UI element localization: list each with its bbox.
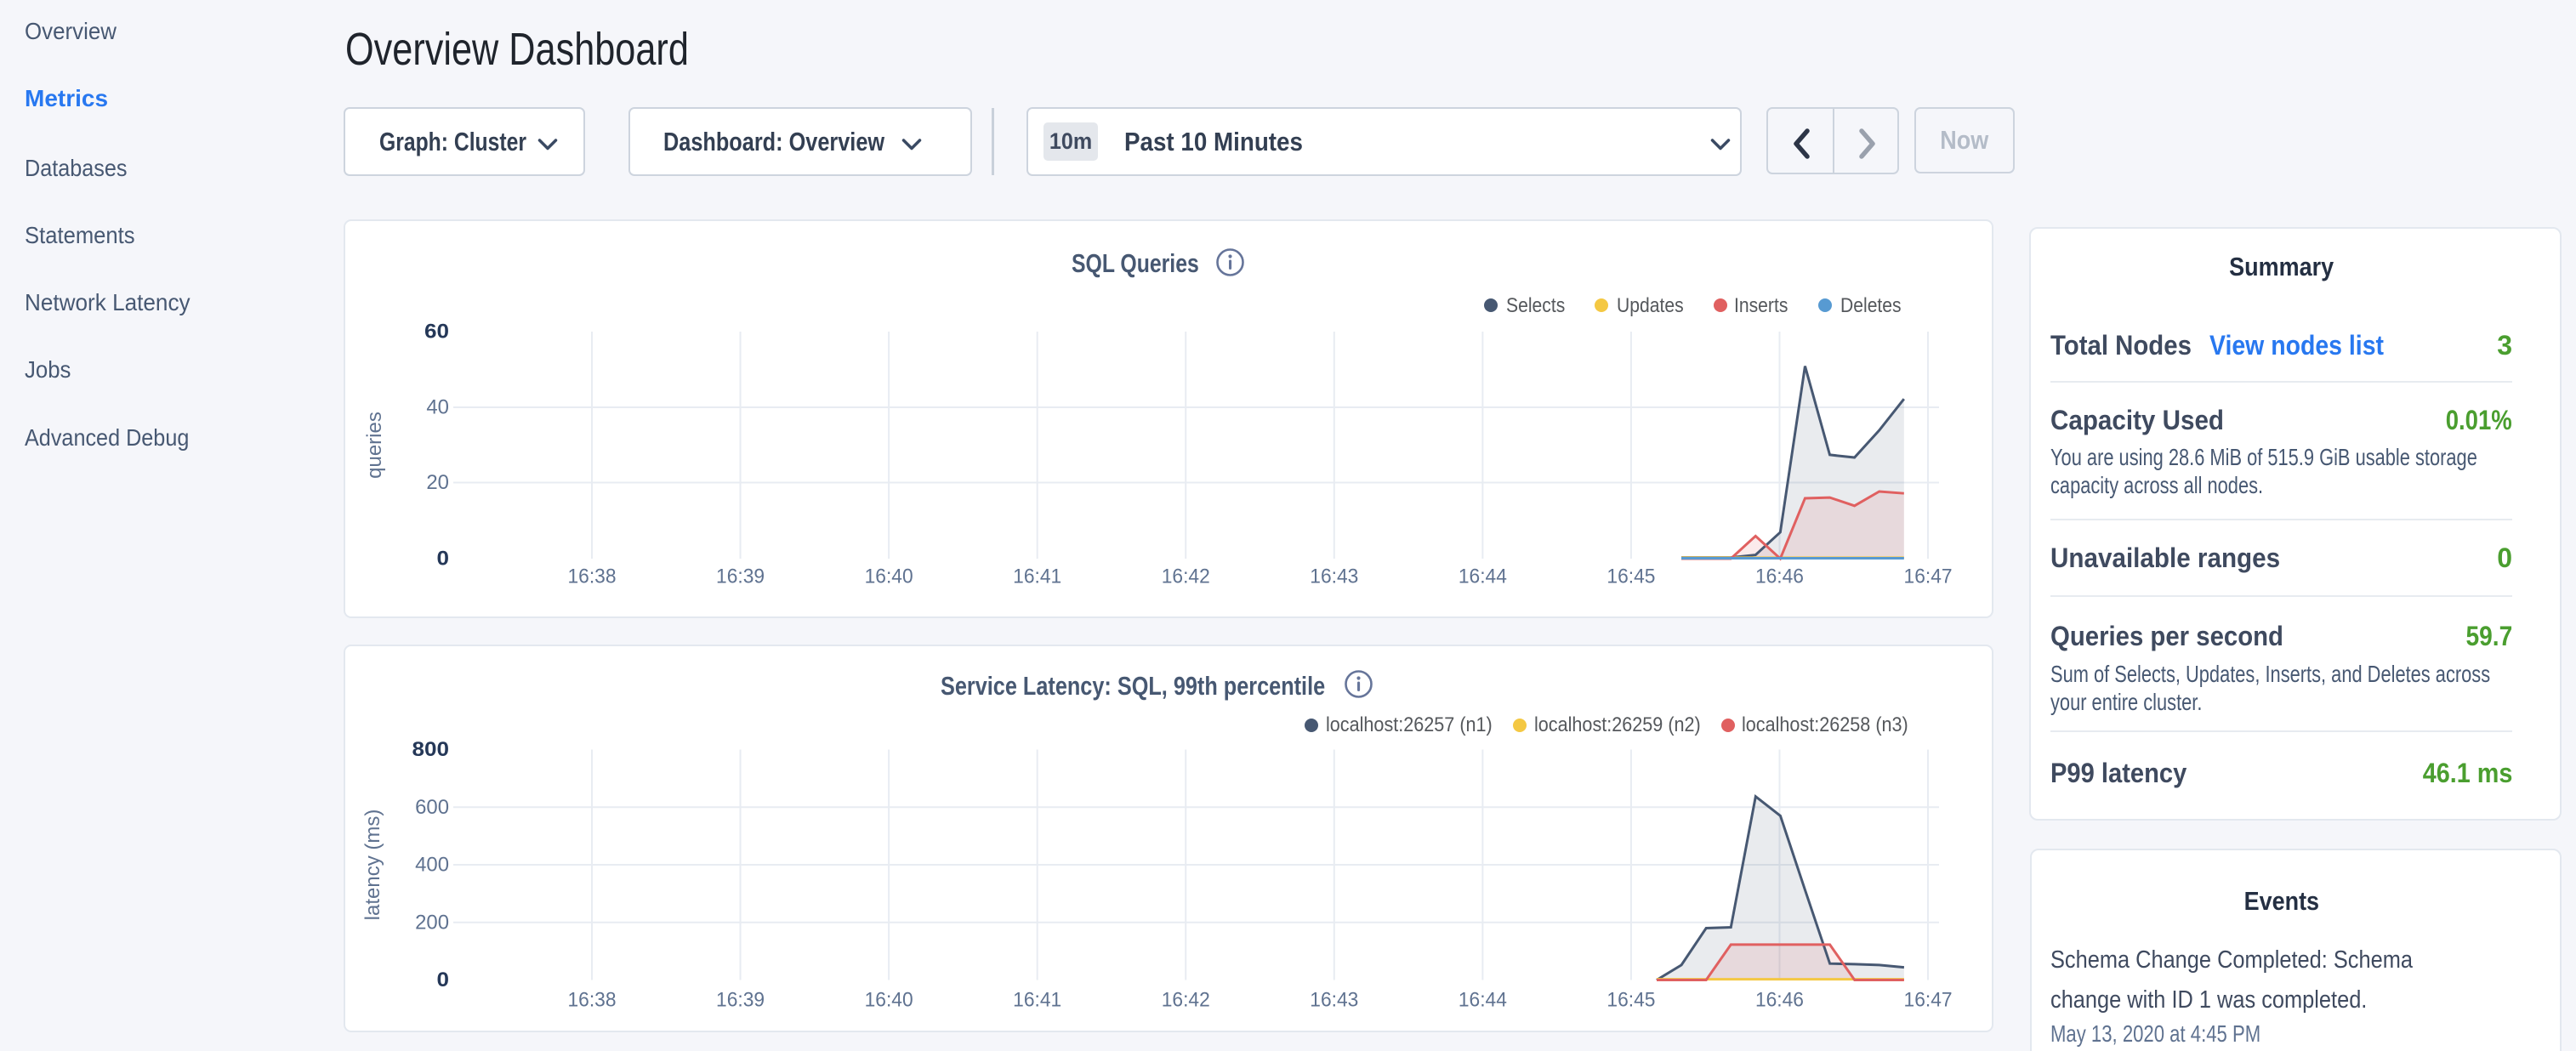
svg-text:16:41: 16:41 bbox=[1013, 989, 1061, 1012]
svg-text:16:42: 16:42 bbox=[1162, 989, 1210, 1012]
svg-text:20: 20 bbox=[426, 471, 449, 494]
svg-text:0: 0 bbox=[437, 969, 450, 991]
svg-text:16:44: 16:44 bbox=[1459, 989, 1507, 1012]
svg-text:16:38: 16:38 bbox=[568, 565, 617, 588]
svg-text:16:40: 16:40 bbox=[865, 989, 913, 1012]
svg-text:16:45: 16:45 bbox=[1606, 989, 1655, 1012]
svg-text:16:45: 16:45 bbox=[1606, 565, 1655, 588]
svg-text:16:43: 16:43 bbox=[1310, 989, 1358, 1012]
svg-text:0: 0 bbox=[437, 548, 450, 571]
svg-text:200: 200 bbox=[415, 911, 449, 934]
svg-text:40: 40 bbox=[426, 396, 449, 419]
svg-text:16:38: 16:38 bbox=[568, 989, 617, 1012]
svg-text:16:46: 16:46 bbox=[1755, 989, 1804, 1012]
svg-text:60: 60 bbox=[424, 321, 449, 344]
svg-text:600: 600 bbox=[415, 796, 449, 819]
svg-text:16:43: 16:43 bbox=[1310, 565, 1358, 588]
svg-text:800: 800 bbox=[412, 738, 450, 761]
svg-text:16:41: 16:41 bbox=[1013, 565, 1061, 588]
svg-text:16:40: 16:40 bbox=[865, 565, 913, 588]
svg-text:16:47: 16:47 bbox=[1904, 565, 1953, 588]
svg-text:16:39: 16:39 bbox=[716, 565, 765, 588]
svg-text:400: 400 bbox=[415, 854, 449, 877]
svg-text:queries: queries bbox=[363, 412, 386, 479]
svg-text:16:47: 16:47 bbox=[1904, 989, 1953, 1012]
svg-text:16:44: 16:44 bbox=[1459, 565, 1507, 588]
svg-text:16:39: 16:39 bbox=[716, 989, 765, 1012]
svg-text:latency (ms): latency (ms) bbox=[361, 810, 384, 921]
svg-text:16:42: 16:42 bbox=[1162, 565, 1210, 588]
svg-text:16:46: 16:46 bbox=[1755, 565, 1804, 588]
